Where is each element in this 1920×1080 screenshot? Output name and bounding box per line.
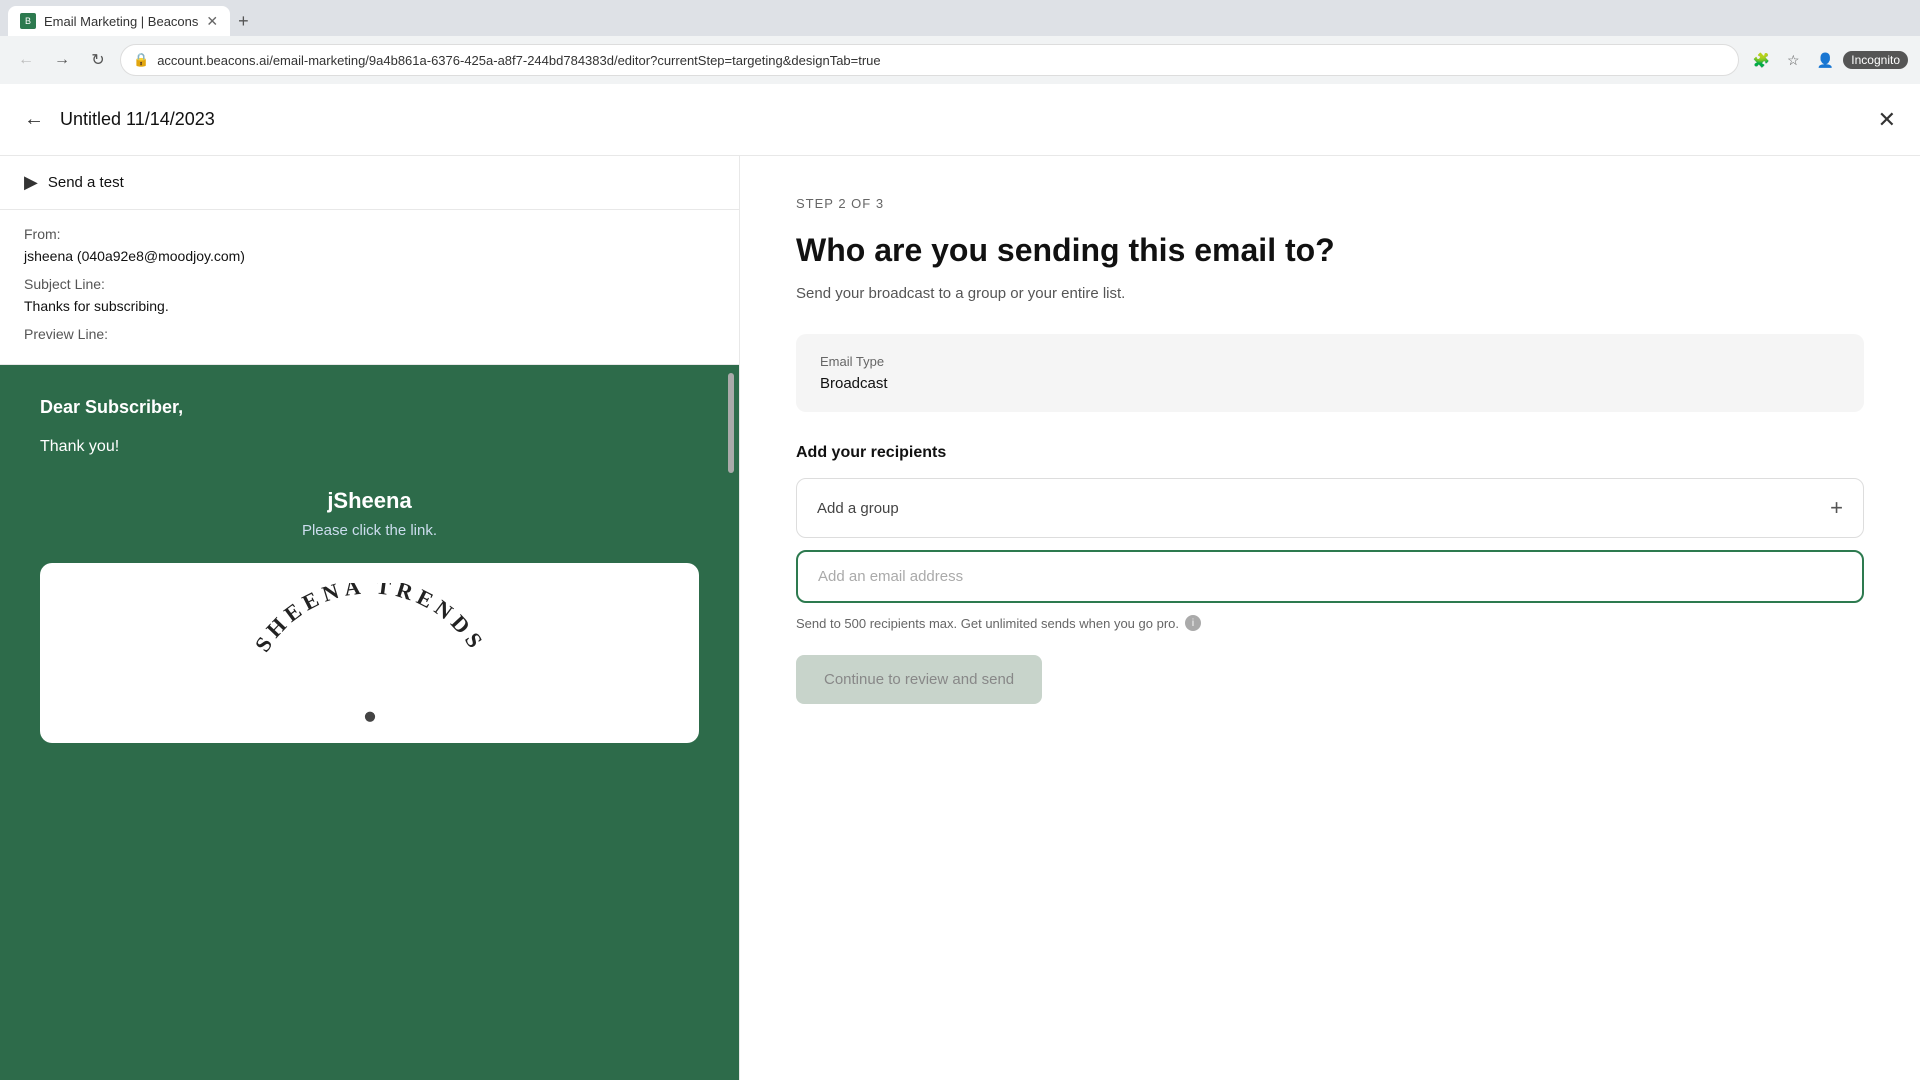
browser-titlebar: B Email Marketing | Beacons ✕ + <box>0 0 1920 36</box>
send-test-bar[interactable]: ▶ Send a test <box>0 156 739 210</box>
add-group-button[interactable]: Add a group + <box>796 478 1864 538</box>
recipients-heading: Add your recipients <box>796 444 1864 462</box>
send-test-icon: ▶ <box>24 172 38 193</box>
browser-toolbar: ← → ↻ 🔒 account.beacons.ai/email-marketi… <box>0 36 1920 84</box>
from-value: jsheena (040a92e8@moodjoy.com) <box>24 248 245 264</box>
main-layout: ▶ Send a test From: jsheena (040a92e8@mo… <box>0 156 1920 1080</box>
tab-close-button[interactable]: ✕ <box>206 13 218 30</box>
preview-name: jSheena <box>40 488 699 514</box>
send-test-label: Send a test <box>48 174 124 191</box>
app-header: ← Untitled 11/14/2023 ✕ <box>0 84 1920 156</box>
forward-nav-button[interactable]: → <box>48 46 76 74</box>
back-button[interactable]: ← <box>24 108 44 131</box>
incognito-badge: Incognito <box>1843 51 1908 69</box>
new-tab-button[interactable]: + <box>230 7 257 36</box>
browser-frame: B Email Marketing | Beacons ✕ + ← → ↻ 🔒 … <box>0 0 1920 1080</box>
subject-label: Subject Line: <box>24 276 105 292</box>
add-group-plus-icon: + <box>1830 495 1843 521</box>
preview-body: Thank you! <box>40 438 699 456</box>
svg-text:SHEENA TRENDS: SHEENA TRENDS <box>249 583 490 656</box>
email-type-value: Broadcast <box>820 375 1840 392</box>
app-content: ← Untitled 11/14/2023 ✕ ▶ Send a test F <box>0 84 1920 1080</box>
close-button[interactable]: ✕ <box>1878 107 1896 133</box>
left-panel: ▶ Send a test From: jsheena (040a92e8@mo… <box>0 156 740 1080</box>
email-type-card: Email Type Broadcast <box>796 334 1864 412</box>
active-tab[interactable]: B Email Marketing | Beacons ✕ <box>8 6 230 36</box>
limit-text: Send to 500 recipients max. Get unlimite… <box>796 615 1864 631</box>
page-title: Untitled 11/14/2023 <box>60 109 1862 130</box>
profile-button[interactable]: 👤 <box>1811 46 1839 74</box>
back-nav-button[interactable]: ← <box>12 46 40 74</box>
extensions-button[interactable]: 🧩 <box>1747 46 1775 74</box>
tab-favicon: B <box>20 13 36 29</box>
add-group-label: Add a group <box>817 500 899 517</box>
email-type-label: Email Type <box>820 354 1840 369</box>
from-label: From: <box>24 226 61 242</box>
sheena-trends-logo: SHEENA TRENDS <box>200 583 540 723</box>
scroll-track[interactable] <box>727 365 735 1080</box>
subject-value-row: Thanks for subscribing. <box>24 298 715 316</box>
address-bar[interactable]: 🔒 account.beacons.ai/email-marketing/9a4… <box>120 44 1739 76</box>
tab-bar: B Email Marketing | Beacons ✕ + <box>8 0 257 36</box>
from-row: From: <box>24 226 715 244</box>
reload-button[interactable]: ↻ <box>84 46 112 74</box>
preview-label: Preview Line: <box>24 326 108 342</box>
tab-title: Email Marketing | Beacons <box>44 14 198 29</box>
continue-button[interactable]: Continue to review and send <box>796 655 1042 704</box>
url-text: account.beacons.ai/email-marketing/9a4b8… <box>157 53 880 68</box>
limit-text-content: Send to 500 recipients max. Get unlimite… <box>796 616 1179 631</box>
close-icon: ✕ <box>1878 107 1896 133</box>
step-label: STEP 2 OF 3 <box>796 196 1864 211</box>
preview-card: SHEENA TRENDS <box>40 563 699 743</box>
scroll-thumb[interactable] <box>728 373 734 473</box>
preview-content: Dear Subscriber, Thank you! jSheena Plea… <box>0 365 739 775</box>
email-preview: Dear Subscriber, Thank you! jSheena Plea… <box>0 365 739 1080</box>
section-subtitle: Send your broadcast to a group or your e… <box>796 285 1864 302</box>
preview-dear: Dear Subscriber, <box>40 397 699 418</box>
right-panel: STEP 2 OF 3 Who are you sending this ema… <box>740 156 1920 1080</box>
preview-link: Please click the link. <box>40 522 699 539</box>
subject-row: Subject Line: <box>24 276 715 294</box>
toolbar-actions: 🧩 ☆ 👤 Incognito <box>1747 46 1908 74</box>
lock-icon: 🔒 <box>133 52 149 68</box>
info-icon[interactable]: i <box>1185 615 1201 631</box>
back-icon: ← <box>24 108 44 131</box>
preview-row: Preview Line: <box>24 326 715 344</box>
from-value-row: jsheena (040a92e8@moodjoy.com) <box>24 248 715 266</box>
bookmark-button[interactable]: ☆ <box>1779 46 1807 74</box>
email-address-input[interactable] <box>796 550 1864 603</box>
email-meta: From: jsheena (040a92e8@moodjoy.com) Sub… <box>0 210 739 365</box>
subject-value: Thanks for subscribing. <box>24 298 169 314</box>
section-title: Who are you sending this email to? <box>796 231 1864 269</box>
continue-label: Continue to review and send <box>824 671 1014 688</box>
